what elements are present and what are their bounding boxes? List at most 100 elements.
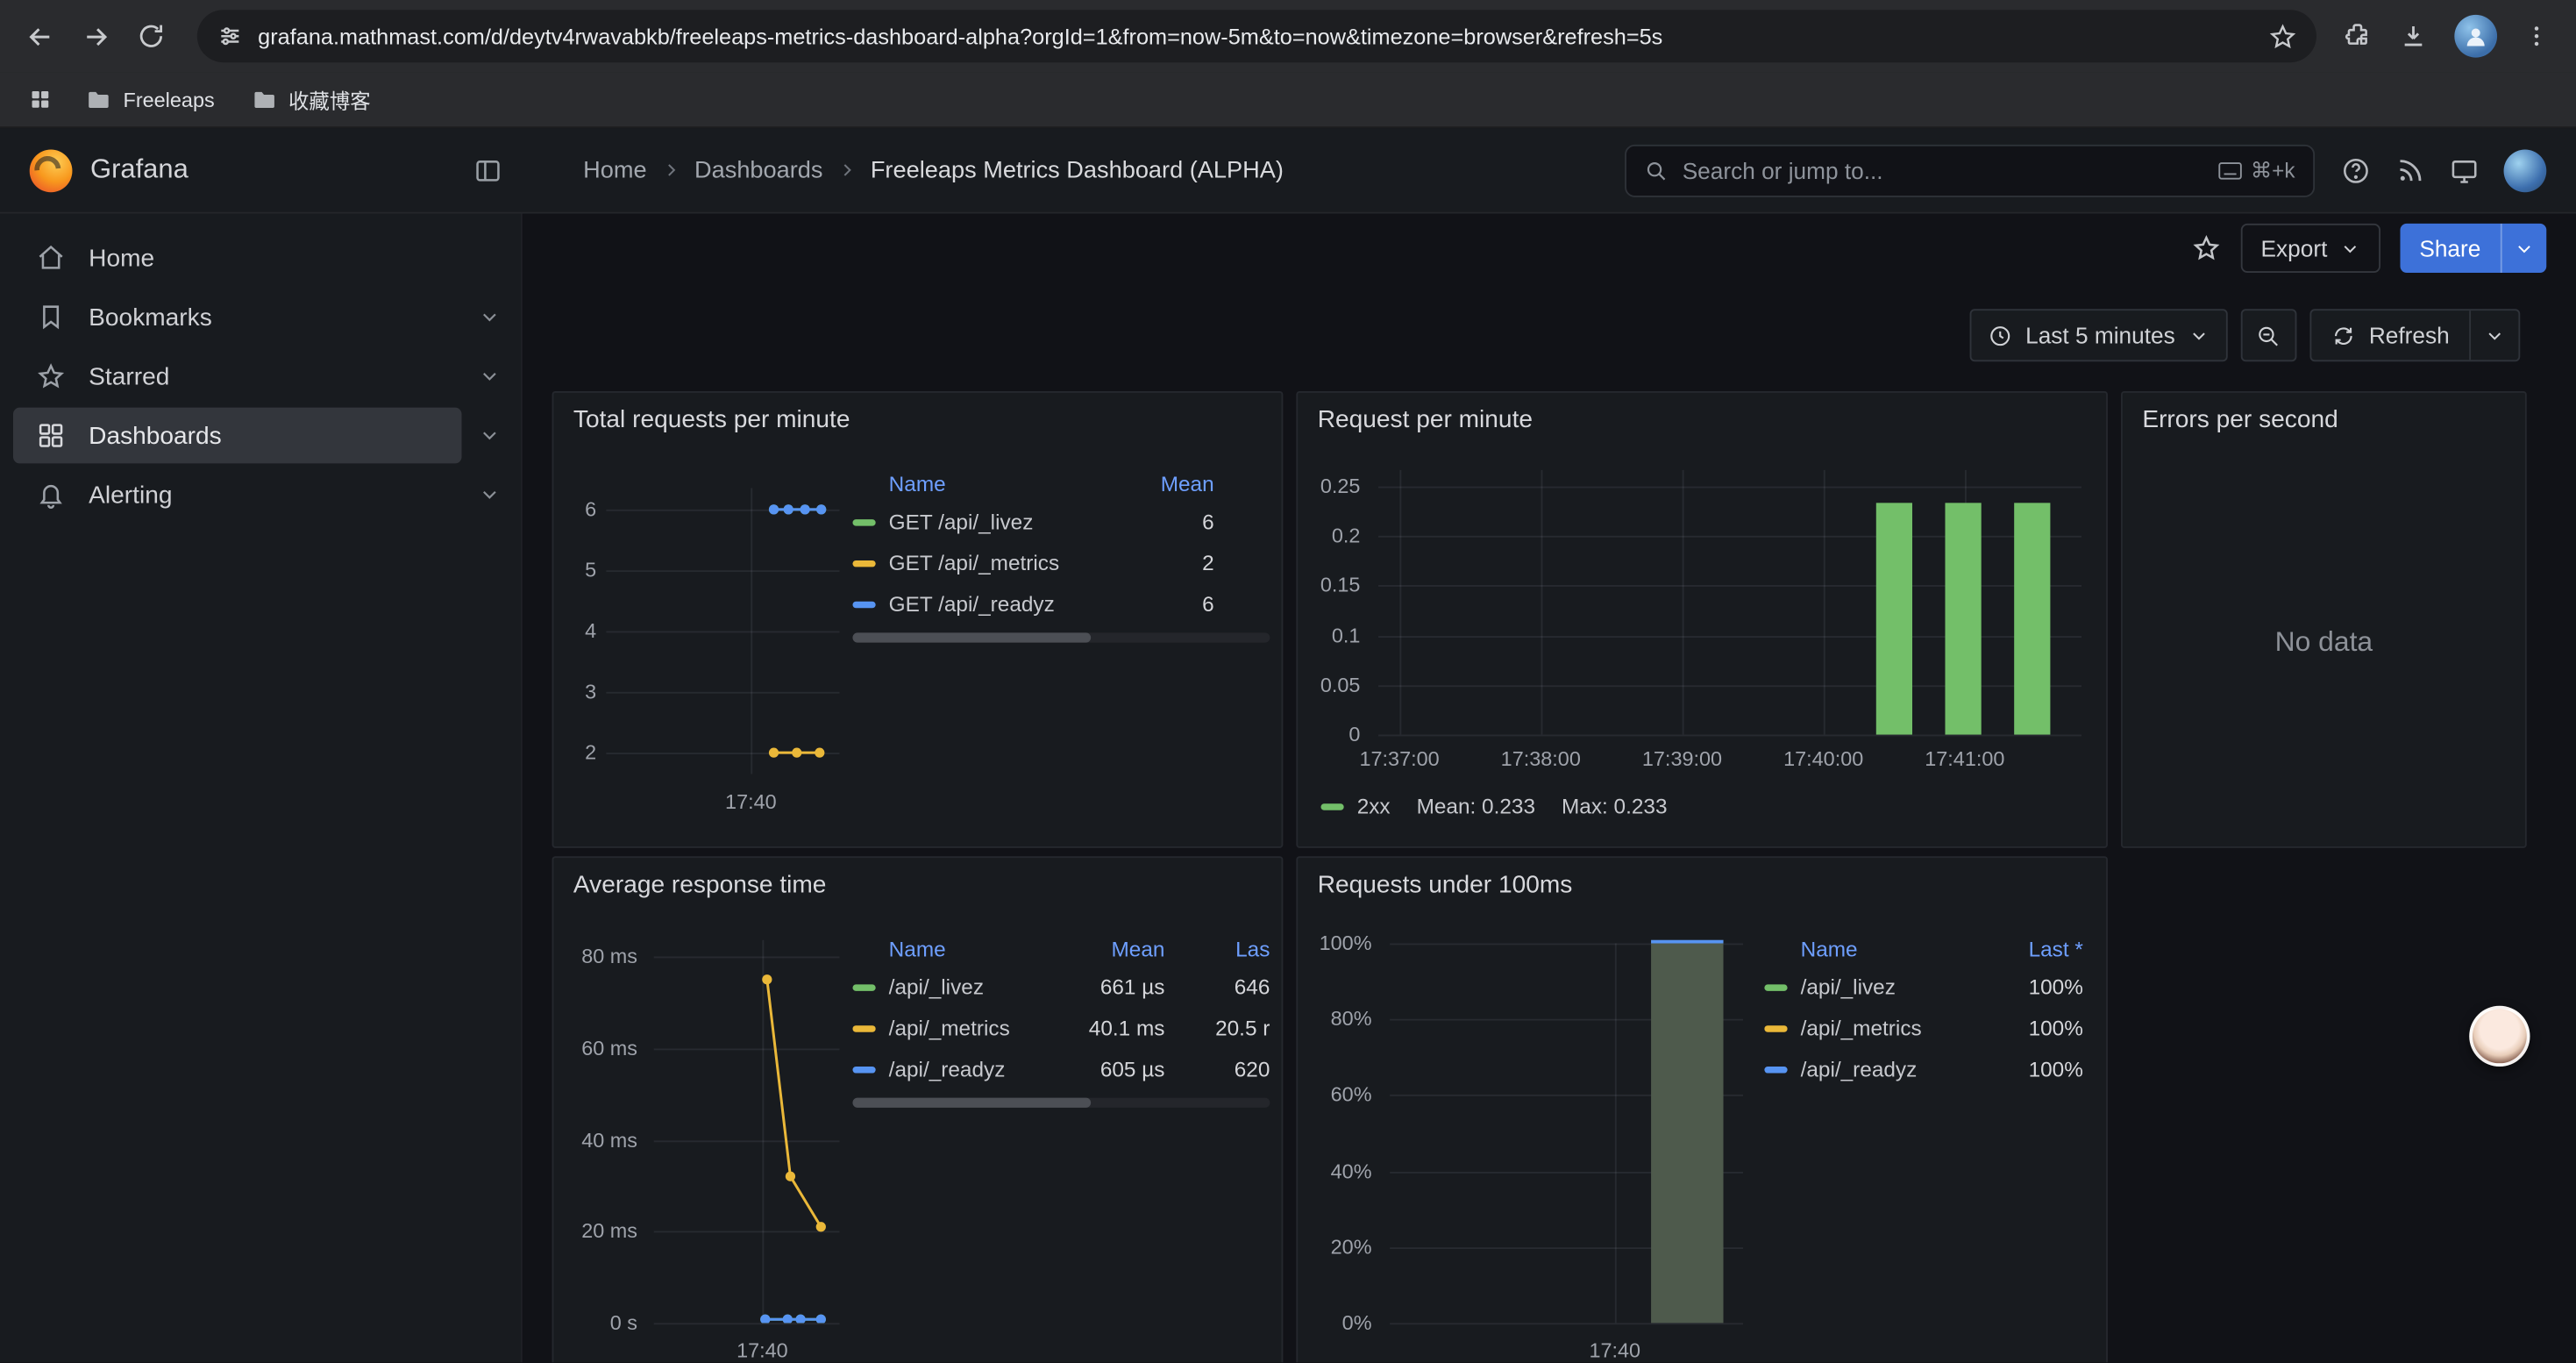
- series-name[interactable]: GET /api/_metrics: [889, 551, 1096, 575]
- folder-icon: [251, 86, 277, 112]
- panel-title[interactable]: Total requests per minute: [553, 393, 1281, 446]
- chevron-down-icon[interactable]: [478, 365, 501, 388]
- reload-button[interactable]: [125, 10, 177, 62]
- address-bar[interactable]: grafana.mathmast.com/d/deytv4rwavabkb/fr…: [197, 10, 2316, 62]
- back-button[interactable]: [13, 10, 66, 62]
- y-tick-label: 20%: [1331, 1236, 1372, 1259]
- series-swatch: [1320, 803, 1343, 809]
- zoom-out-button[interactable]: [2241, 309, 2297, 361]
- monitor-icon[interactable]: [2450, 155, 2480, 185]
- user-avatar[interactable]: [2504, 149, 2547, 192]
- scrollbar-thumb[interactable]: [852, 632, 1090, 642]
- home-icon: [36, 243, 66, 273]
- series-name[interactable]: /api/_metrics: [1801, 1016, 1955, 1040]
- chevron-down-icon: [2188, 325, 2210, 346]
- refresh-button[interactable]: Refresh: [2311, 310, 2469, 360]
- chevron-down-icon[interactable]: [478, 306, 501, 329]
- legend-row: /api/_metrics 100%: [1764, 1008, 2086, 1049]
- series-swatch: [1764, 983, 1787, 989]
- legend-row: /api/_readyz 100%: [1764, 1048, 2086, 1089]
- refresh-interval-dropdown[interactable]: [2471, 310, 2518, 360]
- series-name[interactable]: /api/_livez: [889, 974, 1047, 999]
- help-icon[interactable]: [2341, 155, 2371, 185]
- series-name[interactable]: GET /api/_livez: [889, 510, 1096, 534]
- series-mean: 6: [1109, 592, 1214, 617]
- sidebar-item-alerting[interactable]: Alerting: [13, 467, 462, 523]
- line-chart-plot: [654, 940, 840, 1324]
- gridline: [1824, 470, 1825, 735]
- site-settings-icon[interactable]: [217, 23, 243, 49]
- extensions-icon[interactable]: [2343, 21, 2373, 51]
- apps-grid-icon[interactable]: [17, 76, 62, 122]
- y-tick-label: 0.25: [1320, 475, 1361, 497]
- x-axis: 17:40: [654, 1336, 840, 1362]
- bookmark-folder-blogs[interactable]: 收藏博客: [238, 77, 384, 122]
- forward-button[interactable]: [69, 10, 122, 62]
- chevron-down-icon[interactable]: [2502, 224, 2547, 273]
- chevron-right-icon: [837, 161, 856, 180]
- y-tick-label: 20 ms: [581, 1220, 637, 1243]
- url-text[interactable]: grafana.mathmast.com/d/deytv4rwavabkb/fr…: [258, 24, 2254, 48]
- series-name[interactable]: /api/_livez: [1801, 974, 1955, 999]
- favorite-star-icon[interactable]: [2192, 233, 2222, 263]
- bar-chart-plot: [1378, 470, 2081, 735]
- series-name[interactable]: GET /api/_readyz: [889, 592, 1096, 617]
- panel-title[interactable]: Request per minute: [1298, 393, 2106, 446]
- breadcrumb-current-page: Freeleaps Metrics Dashboard (ALPHA): [871, 157, 1284, 183]
- x-tick-label: 17:40: [737, 1339, 788, 1362]
- panel-legend: Name Mean GET /api/_livez 6 GET /api/_me…: [852, 465, 1270, 642]
- panel-legend: Name Last * /api/_livez 100% /api/_metri…: [1764, 931, 2086, 1090]
- series-name[interactable]: 2xx: [1357, 794, 1391, 818]
- legend-scrollbar[interactable]: [852, 632, 1270, 642]
- bookmark-star-icon[interactable]: [2269, 22, 2297, 50]
- legend-scrollbar[interactable]: [852, 1098, 1270, 1108]
- series-swatch: [1764, 1066, 1787, 1072]
- refresh-icon: [2331, 323, 2356, 347]
- search-icon: [1645, 159, 1668, 182]
- series-name[interactable]: /api/_metrics: [889, 1016, 1047, 1040]
- legend-col-last[interactable]: Last *: [1968, 936, 2083, 960]
- series-name[interactable]: /api/_readyz: [1801, 1057, 1955, 1081]
- chevron-down-icon[interactable]: [478, 483, 501, 506]
- legend-col-last[interactable]: Las: [1178, 936, 1270, 960]
- browser-menu-icon[interactable]: [2523, 23, 2550, 49]
- breadcrumb-dashboards[interactable]: Dashboards: [694, 157, 823, 183]
- downloads-icon[interactable]: [2399, 21, 2429, 51]
- panel-title[interactable]: Requests under 100ms: [1298, 858, 2106, 910]
- series-mean: 2: [1109, 551, 1214, 575]
- breadcrumb: Home Dashboards Freeleaps Metrics Dashbo…: [583, 157, 1284, 183]
- series-name[interactable]: /api/_readyz: [889, 1057, 1047, 1081]
- rss-icon[interactable]: [2395, 155, 2425, 185]
- sidebar-item-home[interactable]: Home: [13, 230, 462, 286]
- legend-col-name[interactable]: Name: [889, 471, 1096, 496]
- profile-avatar[interactable]: [2454, 15, 2497, 58]
- panel-title[interactable]: Errors per second: [2123, 393, 2525, 446]
- sidebar-item-starred[interactable]: Starred: [13, 348, 462, 404]
- search-placeholder: Search or jump to...: [1683, 157, 2203, 183]
- legend-col-name[interactable]: Name: [889, 936, 1047, 960]
- legend-col-name[interactable]: Name: [1801, 936, 1955, 960]
- chevron-down-icon[interactable]: [478, 424, 501, 446]
- assistant-avatar-widget[interactable]: [2469, 1006, 2530, 1067]
- legend-row: /api/_livez 661 µs 646: [852, 967, 1270, 1008]
- legend-col-mean[interactable]: Mean: [1109, 471, 1214, 496]
- grafana-logo[interactable]: [30, 149, 73, 192]
- legend-col-mean[interactable]: Mean: [1060, 936, 1165, 960]
- series-last: 620: [1178, 1057, 1270, 1081]
- y-tick-label: 0 s: [610, 1311, 637, 1334]
- sidebar-item-bookmarks[interactable]: Bookmarks: [13, 289, 462, 346]
- chevron-down-icon: [2484, 325, 2505, 346]
- time-range-picker[interactable]: Last 5 minutes: [1969, 309, 2227, 361]
- gridline: [1378, 735, 2081, 737]
- panel-title[interactable]: Average response time: [553, 858, 1281, 910]
- breadcrumb-home[interactable]: Home: [583, 157, 646, 183]
- share-button[interactable]: Share: [2400, 224, 2546, 273]
- scrollbar-thumb[interactable]: [852, 1098, 1090, 1108]
- collapse-sidebar-icon[interactable]: [473, 155, 503, 185]
- sidebar-item-dashboards[interactable]: Dashboards: [13, 408, 462, 464]
- bookmark-folder-freeleaps[interactable]: Freeleaps: [72, 80, 227, 119]
- bookmark-label: Freeleaps: [124, 88, 215, 111]
- search-input[interactable]: Search or jump to... ⌘+k: [1625, 144, 2315, 196]
- export-button[interactable]: Export: [2241, 224, 2380, 273]
- y-tick-label: 80%: [1331, 1008, 1372, 1031]
